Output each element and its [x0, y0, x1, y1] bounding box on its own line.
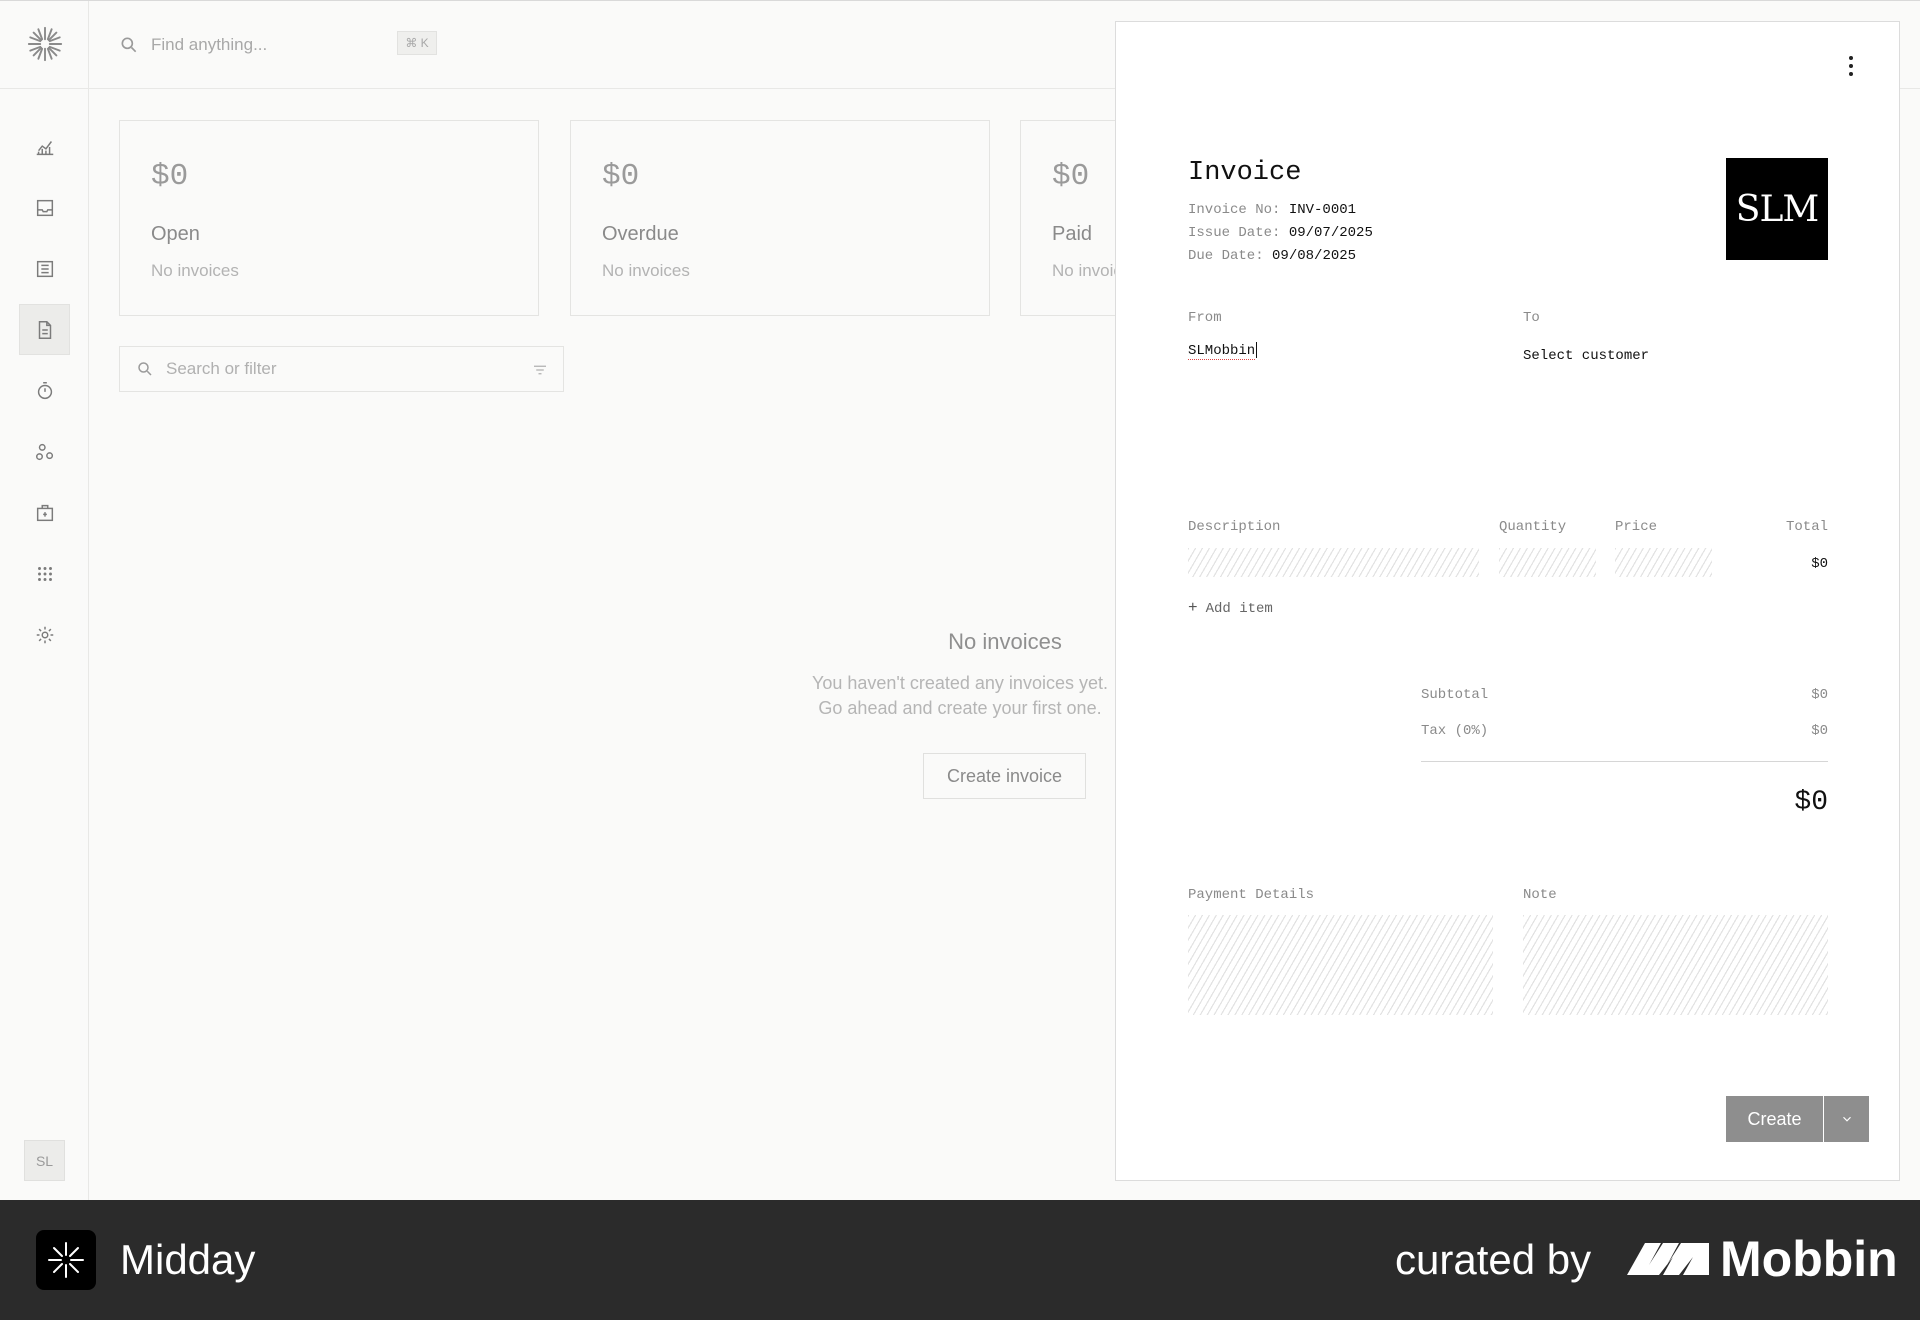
- nav-item-overview[interactable]: [19, 121, 70, 172]
- card-label: Overdue: [602, 223, 679, 245]
- filter-icon[interactable]: [531, 361, 549, 379]
- issue-date-row: Issue Date: 09/07/2025: [1188, 225, 1373, 241]
- add-item-button[interactable]: + Add item: [1188, 599, 1273, 617]
- card-label: Paid: [1052, 223, 1093, 245]
- nav-item-transactions[interactable]: [19, 243, 70, 294]
- curated-by-label: curated by: [1395, 1236, 1592, 1283]
- nav-item-vault[interactable]: [19, 487, 70, 538]
- nav-item-tracker[interactable]: [19, 365, 70, 416]
- sidebar: SL: [0, 1, 89, 1201]
- mobbin-logo-icon: [1627, 1243, 1709, 1275]
- transactions-icon: [36, 260, 53, 277]
- tax-label: Tax (0%): [1421, 723, 1489, 739]
- more-options-icon[interactable]: [1847, 56, 1855, 80]
- nav-item-settings[interactable]: [19, 609, 70, 660]
- select-customer[interactable]: Select customer: [1523, 348, 1649, 364]
- create-button[interactable]: Create: [1726, 1096, 1823, 1142]
- nav-item-apps[interactable]: [19, 548, 70, 599]
- nav-item-inbox[interactable]: [19, 182, 70, 233]
- app-name: Midday: [120, 1236, 256, 1283]
- chart-icon: [36, 140, 53, 155]
- search-icon: [121, 37, 137, 53]
- add-item-label: Add item: [1205, 601, 1273, 617]
- due-date-label: Due Date:: [1188, 248, 1264, 264]
- invoice-number[interactable]: INV-0001: [1289, 202, 1356, 218]
- tax-value: $0: [1811, 723, 1828, 739]
- search-icon: [138, 362, 152, 376]
- empty-state-line-2: Go ahead and create your first one.: [818, 698, 1102, 718]
- price-input[interactable]: [1615, 548, 1712, 577]
- quantity-input[interactable]: [1499, 548, 1596, 577]
- company-logo-text: SLM: [1735, 188, 1819, 230]
- avatar[interactable]: SL: [24, 1140, 65, 1181]
- card-amount: $0: [151, 159, 189, 194]
- apps-icon: [37, 566, 52, 581]
- search-input[interactable]: Find anything...: [151, 35, 267, 55]
- midday-logo-icon[interactable]: [26, 25, 64, 63]
- subtotal-label: Subtotal: [1421, 687, 1489, 703]
- footer-banner: Midday curated by Mobbin: [0, 1200, 1920, 1320]
- from-label: From: [1188, 310, 1222, 326]
- card-subtext: No invoices: [151, 261, 239, 280]
- from-field[interactable]: SLMobbin: [1188, 342, 1258, 360]
- card-subtext: No invoices: [602, 261, 690, 280]
- midday-app-icon: [36, 1230, 96, 1290]
- note-input[interactable]: [1523, 915, 1828, 1015]
- due-date-row: Due Date: 09/08/2025: [1188, 248, 1356, 264]
- invoice-sheet: Invoice Invoice No: INV-0001 Issue Date:…: [1115, 21, 1900, 1181]
- search-filter-field[interactable]: Search or filter: [119, 346, 564, 392]
- invoice-number-row: Invoice No: INV-0001: [1188, 202, 1356, 218]
- create-options-button[interactable]: [1824, 1096, 1869, 1142]
- subtotal-value: $0: [1811, 687, 1828, 703]
- column-total: Total: [1785, 519, 1828, 535]
- vault-icon: [36, 504, 53, 521]
- invoice-number-label: Invoice No:: [1188, 202, 1281, 218]
- filter-input[interactable]: Search or filter: [166, 359, 277, 379]
- nav-item-invoices[interactable]: [19, 304, 70, 355]
- payment-details-input[interactable]: [1188, 915, 1493, 1015]
- column-quantity: Quantity: [1499, 519, 1567, 535]
- line-total: $0: [1811, 556, 1828, 572]
- due-date[interactable]: 09/08/2025: [1272, 248, 1356, 264]
- customers-icon: [35, 443, 53, 460]
- inbox-icon: [36, 199, 53, 216]
- issue-date-label: Issue Date:: [1188, 225, 1281, 241]
- nav-item-customers[interactable]: [19, 426, 70, 477]
- card-label: Open: [151, 223, 200, 245]
- grand-total: $0: [1794, 787, 1828, 818]
- shortcut-badge: ⌘ K: [397, 31, 437, 55]
- issue-date[interactable]: 09/07/2025: [1289, 225, 1373, 241]
- create-invoice-button[interactable]: Create invoice: [923, 753, 1086, 799]
- empty-state-title: No invoices: [948, 629, 1062, 654]
- settings-icon: [36, 626, 53, 643]
- column-description: Description: [1188, 519, 1281, 535]
- totals-divider: [1421, 761, 1828, 762]
- summary-card-overdue[interactable]: $0 Overdue No invoices: [570, 120, 990, 316]
- from-value: SLMobbin: [1188, 342, 1256, 360]
- app-window: SL Find anything... ⌘ K $0 Open No invoi…: [0, 0, 1920, 1201]
- invoice-icon: [38, 320, 51, 339]
- company-logo[interactable]: SLM: [1726, 158, 1828, 260]
- card-amount: $0: [602, 159, 640, 194]
- column-price: Price: [1615, 519, 1658, 535]
- summary-card-open[interactable]: $0 Open No invoices: [119, 120, 539, 316]
- chevron-down-icon: [1842, 1116, 1851, 1122]
- payment-details-label: Payment Details: [1188, 887, 1315, 903]
- to-label: To: [1523, 310, 1540, 326]
- sidebar-divider: [0, 88, 89, 89]
- text-caret: [1256, 342, 1258, 358]
- note-label: Note: [1523, 887, 1557, 903]
- empty-state-line-1: You haven't created any invoices yet.: [812, 673, 1108, 693]
- plus-icon: +: [1188, 599, 1198, 617]
- description-input[interactable]: [1188, 548, 1479, 577]
- card-amount: $0: [1052, 159, 1090, 194]
- timer-icon: [37, 381, 52, 399]
- mobbin-brand: Mobbin: [1720, 1231, 1898, 1287]
- midday-logo-icon: [48, 1242, 84, 1278]
- invoice-title: Invoice: [1188, 158, 1302, 188]
